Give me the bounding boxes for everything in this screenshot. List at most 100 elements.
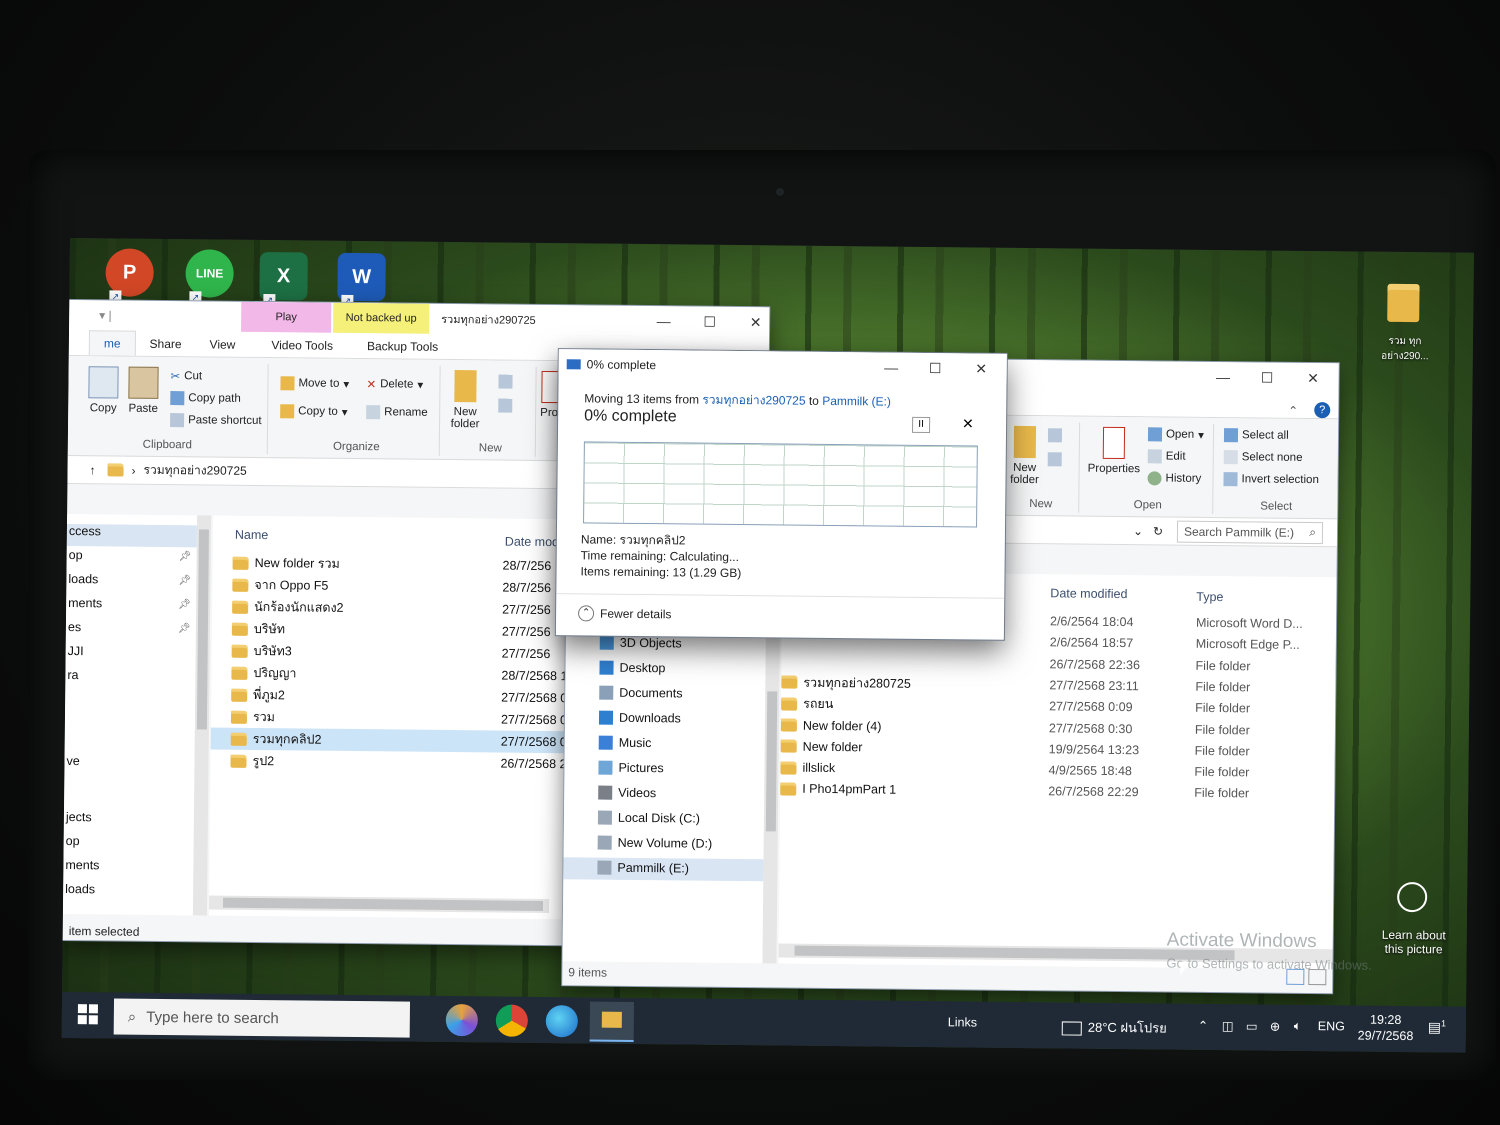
excel-shortcut-icon[interactable]: X ↗: [259, 251, 314, 307]
battery-icon[interactable]: ▭: [1246, 1018, 1258, 1033]
context-tab-not-backed-up[interactable]: Not backed up: [333, 302, 430, 334]
invert-selection-button[interactable]: Invert selection: [1223, 472, 1319, 487]
maximize-button[interactable]: ☐: [913, 353, 958, 383]
maximize-button[interactable]: ☐: [687, 306, 732, 336]
column-type[interactable]: Type: [1196, 590, 1223, 604]
nav-item[interactable]: JJI: [68, 644, 84, 658]
open-button[interactable]: Open ▾: [1147, 427, 1204, 442]
address-dropdown-icon[interactable]: ⌄: [1133, 524, 1143, 538]
network-icon[interactable]: ⊕: [1270, 1019, 1281, 1034]
nav-item[interactable]: ra: [67, 668, 78, 682]
camera-info-icon[interactable]: [1397, 881, 1428, 913]
nav-item[interactable]: loads: [68, 572, 98, 586]
copy-to-button[interactable]: Copy to ▾: [280, 404, 348, 419]
source-link[interactable]: รวมทุกอย่าง290725: [702, 393, 805, 408]
nav-item[interactable]: loads: [65, 882, 95, 896]
easy-access-button[interactable]: [498, 398, 513, 413]
nav-item[interactable]: ments: [68, 596, 102, 610]
tab-home[interactable]: me: [88, 330, 136, 356]
minimize-button[interactable]: —: [1200, 362, 1245, 392]
tab-view[interactable]: View: [195, 332, 249, 357]
meet-now-icon[interactable]: ◫: [1222, 1018, 1234, 1033]
tab-video-tools[interactable]: Video Tools: [257, 333, 347, 358]
select-none-button[interactable]: Select none: [1223, 450, 1303, 465]
powerpoint-shortcut-icon[interactable]: P ↗: [105, 248, 160, 303]
volume-icon[interactable]: 🔈︎: [1294, 1019, 1302, 1034]
search-input[interactable]: Search Pammilk (E:) ⌕: [1176, 520, 1324, 544]
help-icon[interactable]: ?: [1314, 402, 1331, 419]
pause-button[interactable]: II: [912, 416, 931, 434]
nav-item[interactable]: Documents: [599, 685, 683, 700]
column-date-modified[interactable]: Date mod: [505, 535, 559, 550]
new-folder-button[interactable]: New folder: [1007, 425, 1042, 486]
tab-share[interactable]: Share: [135, 332, 195, 357]
line-shortcut-icon[interactable]: LINE ↗: [185, 249, 240, 304]
nav-item[interactable]: op: [66, 834, 80, 848]
scrollbar-thumb[interactable]: [222, 897, 544, 911]
left-nav-scrollbar[interactable]: [192, 515, 212, 916]
scrollbar-thumb[interactable]: [765, 691, 778, 832]
up-arrow-icon[interactable]: ↑: [90, 463, 96, 477]
column-date-modified[interactable]: Date modified: [1050, 586, 1127, 601]
file-row[interactable]: I Pho14pmPart 1 26/7/2568 22:29 File folde…: [780, 778, 1334, 806]
tab-backup-tools[interactable]: Backup Tools: [353, 334, 452, 359]
start-button[interactable]: [77, 1004, 98, 1025]
learn-about-picture[interactable]: Learn about this picture: [1371, 928, 1457, 957]
copy-button[interactable]: Copy: [88, 366, 119, 414]
nav-item[interactable]: ccess: [69, 524, 101, 538]
nav-item[interactable]: Pammilk (E:): [597, 860, 689, 876]
refresh-icon[interactable]: ↻: [1153, 524, 1163, 538]
close-button[interactable]: ✕: [959, 353, 1004, 383]
select-all-button[interactable]: Select all: [1223, 428, 1289, 443]
close-button[interactable]: ✕: [1290, 363, 1335, 393]
nav-item[interactable]: New Volume (D:): [597, 835, 712, 851]
nav-item[interactable]: Downloads: [598, 710, 681, 725]
action-center-icon[interactable]: ▤1: [1428, 1018, 1446, 1036]
nav-item[interactable]: op: [69, 548, 83, 562]
copy-path-button[interactable]: Copy path: [170, 391, 241, 406]
file-explorer-taskbar-button[interactable]: [589, 1001, 635, 1042]
cancel-button[interactable]: ✕: [962, 415, 974, 432]
new-folder-button[interactable]: New folder: [450, 370, 481, 430]
nav-item[interactable]: ve: [66, 754, 79, 768]
new-item-button[interactable]: [1047, 428, 1063, 443]
breadcrumb[interactable]: รวมทุกอย่าง290725: [143, 461, 247, 481]
input-language[interactable]: ENG: [1318, 1019, 1345, 1033]
maximize-button[interactable]: ☐: [1244, 362, 1289, 392]
nav-item[interactable]: Music: [598, 735, 651, 750]
quick-access-toolbar[interactable]: ▾ |: [99, 308, 112, 322]
column-name[interactable]: Name: [235, 528, 268, 542]
easy-access-button[interactable]: [1047, 452, 1062, 467]
edit-button[interactable]: Edit: [1147, 449, 1186, 464]
close-button[interactable]: ✕: [733, 307, 769, 337]
context-tab-play[interactable]: Play: [241, 301, 332, 333]
word-shortcut-icon[interactable]: W ↗: [337, 252, 392, 308]
nav-item[interactable]: 3D Objects: [599, 635, 682, 650]
rename-button[interactable]: Rename: [366, 405, 428, 420]
move-to-button[interactable]: Move to ▾: [280, 376, 349, 391]
minimize-button[interactable]: —: [869, 352, 914, 382]
cut-button[interactable]: ✂ Cut: [170, 369, 202, 383]
nav-item[interactable]: jects: [66, 810, 92, 824]
paste-shortcut-button[interactable]: Paste shortcut: [170, 413, 262, 428]
nav-item[interactable]: Desktop: [599, 660, 665, 675]
nav-item[interactable]: Pictures: [598, 760, 664, 775]
taskbar-search[interactable]: ⌕ Type here to search: [113, 998, 411, 1038]
left-horizontal-scrollbar[interactable]: [208, 895, 550, 914]
links-toolbar[interactable]: Links: [948, 1015, 977, 1029]
destination-link[interactable]: Pammilk (E:): [822, 394, 891, 409]
scrollbar-thumb[interactable]: [196, 529, 209, 730]
clock[interactable]: 19:28 29/7/2568: [1358, 1012, 1414, 1045]
show-hidden-icons-icon[interactable]: ⌃: [1198, 1018, 1209, 1033]
weather-widget[interactable]: 28°C ฝนโปรย: [1061, 1016, 1167, 1038]
minimize-button[interactable]: —: [641, 306, 686, 336]
copilot-icon[interactable]: [445, 1003, 478, 1037]
folder-shortcut-icon[interactable]: [1387, 283, 1420, 323]
chrome-icon[interactable]: [495, 1004, 528, 1037]
nav-item[interactable]: ments: [65, 858, 99, 872]
edge-icon[interactable]: [545, 1005, 578, 1038]
nav-item[interactable]: Videos: [598, 785, 656, 800]
paste-button[interactable]: Paste: [128, 366, 159, 415]
nav-item[interactable]: Local Disk (C:): [597, 810, 700, 826]
fewer-details-button[interactable]: ⌃ Fewer details: [578, 605, 672, 622]
